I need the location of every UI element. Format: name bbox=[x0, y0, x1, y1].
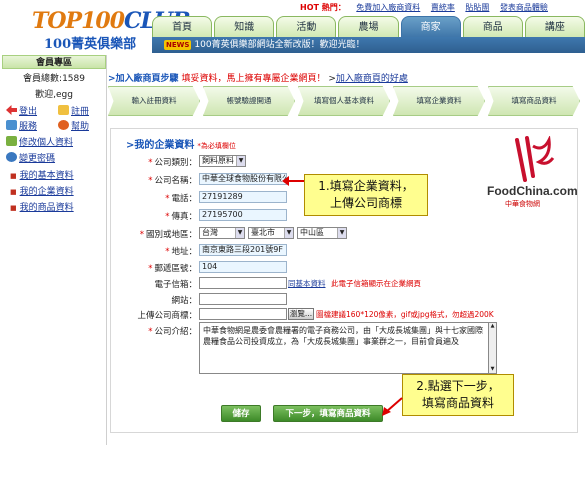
chopsticks-logo-icon bbox=[515, 134, 555, 182]
tab-events[interactable]: 活動 bbox=[276, 16, 337, 38]
category-select[interactable]: 飼料原料 ▼ bbox=[199, 155, 246, 167]
bullet-icon: ■ bbox=[10, 172, 17, 180]
step-4: 填寫企業資料 bbox=[393, 86, 485, 116]
pencil-icon bbox=[58, 105, 69, 115]
service-link[interactable]: 服務 bbox=[6, 119, 37, 132]
intro-textarea[interactable]: 中華食物網是農委會農糧署的電子商務公司，由「大成長城集團」與十七家國際農糧食品公… bbox=[199, 322, 489, 374]
news-text[interactable]: 100菁英俱樂部網站全新改版！歡迎光臨！ bbox=[194, 40, 364, 50]
hot-label: HOT 熱門： bbox=[300, 3, 346, 12]
zip-input[interactable]: 104 bbox=[199, 261, 287, 273]
website-input[interactable] bbox=[199, 293, 287, 305]
sidebar-title: 會員專區 bbox=[2, 55, 106, 69]
fax-input[interactable]: 27195700 bbox=[199, 209, 287, 221]
address-input[interactable]: 南京東路三段201號9F bbox=[199, 244, 287, 256]
hot-link-4[interactable]: 發表商品體驗 bbox=[500, 3, 548, 12]
company-name-label: * 公司名稱： bbox=[148, 176, 197, 186]
logout-link[interactable]: 登出 bbox=[6, 104, 37, 117]
logo-note: 圖檔建議160*120像素，gif或jpg格式，勿超過200K bbox=[316, 310, 494, 319]
callout-1-arrow bbox=[282, 176, 304, 186]
signup-steps: 輸入註冊資料 帳號驗證開通 填寫個人基本資料 填寫企業資料 填寫商品資料 bbox=[108, 86, 580, 118]
callout-2-arrow bbox=[382, 397, 403, 416]
help-icon bbox=[58, 120, 69, 130]
district-select[interactable]: 中山區 ▼ bbox=[297, 227, 347, 239]
fax-label: * 傳真： bbox=[165, 212, 197, 222]
zip-label: * 郵遞區號： bbox=[148, 264, 197, 274]
chevron-down-icon: ▼ bbox=[236, 156, 245, 166]
logout-arrow-icon bbox=[6, 105, 17, 115]
edit-icon bbox=[6, 136, 17, 146]
scroll-up-icon[interactable]: ▲ bbox=[489, 323, 496, 330]
tab-lectures[interactable]: 講座 bbox=[524, 16, 585, 38]
logo-upload-label: 上傳公司商標： bbox=[137, 311, 197, 321]
step-2: 帳號驗證開通 bbox=[203, 86, 295, 116]
logo-file-input[interactable] bbox=[199, 308, 287, 320]
email-label: 電子信箱： bbox=[154, 280, 197, 290]
hot-link-2[interactable]: 賣統率 bbox=[431, 3, 455, 12]
tab-merchant[interactable]: 商家 bbox=[400, 16, 461, 38]
sidebar-item-basic-info[interactable]: ■ 我的基本資料 bbox=[10, 168, 74, 181]
category-label: * 公司類別： bbox=[148, 158, 197, 168]
chevron-down-icon: ▼ bbox=[235, 228, 244, 238]
company-logo-preview: FoodChina.com 中華食物網 bbox=[487, 134, 578, 212]
news-ticker: NEWS 100菁英俱樂部網站全新改版！歡迎光臨！ bbox=[152, 37, 585, 53]
country-select[interactable]: 台灣 ▼ bbox=[199, 227, 245, 239]
steps-heading: 加入廠商頁步驟 bbox=[115, 74, 179, 84]
tab-home[interactable]: 首頁 bbox=[152, 16, 213, 38]
hot-link-free-join[interactable]: 免費加入廠商資料 bbox=[356, 3, 420, 12]
address-label: * 地址： bbox=[165, 247, 197, 257]
sidebar-divider bbox=[106, 55, 107, 445]
website-label: 網站： bbox=[171, 296, 197, 306]
steps-note: 填妥資料，馬上擁有專屬企業網頁！ bbox=[181, 74, 326, 84]
email-note: 此電子信箱顯示在企業網頁 bbox=[331, 279, 421, 288]
company-name-input[interactable]: 中華全球食物股份有限公司 bbox=[199, 173, 287, 185]
chevron-down-icon: ▼ bbox=[337, 228, 346, 238]
sidebar-item-product-info[interactable]: ■ 我的商品資料 bbox=[10, 200, 74, 213]
site-logo[interactable]: TOP100CLUB 100菁英俱樂部 bbox=[10, 6, 191, 52]
people-icon bbox=[6, 120, 17, 130]
hot-link-3[interactable]: 貼貼團 bbox=[465, 3, 489, 12]
same-as-basic-link[interactable]: 同基本資料 bbox=[288, 278, 326, 289]
next-step-button[interactable]: 下一步，填寫商品資料 bbox=[273, 405, 383, 422]
change-password-link[interactable]: 變更密碼 bbox=[6, 151, 55, 164]
chevron-down-icon: ▼ bbox=[284, 228, 293, 238]
step-5: 填寫商品資料 bbox=[488, 86, 580, 116]
intro-label: * 公司介紹： bbox=[148, 327, 197, 337]
phone-input[interactable]: 27191289 bbox=[199, 191, 287, 203]
tab-products[interactable]: 商品 bbox=[462, 16, 523, 38]
benefits-link[interactable]: 加入廠商頁的好處 bbox=[336, 74, 408, 84]
bullet-icon: ■ bbox=[10, 204, 17, 212]
news-badge: NEWS bbox=[164, 40, 192, 50]
form-title: >我的企業資料 *為必填欄位 bbox=[126, 140, 236, 151]
sidebar-item-company-info[interactable]: ■ 我的企業資料 bbox=[10, 184, 74, 197]
email-input[interactable] bbox=[199, 277, 287, 289]
logo-subtitle: 100菁英俱樂部 bbox=[44, 37, 137, 52]
step-3: 填寫個人基本資料 bbox=[298, 86, 390, 116]
company-logo-sub: 中華食物網 bbox=[505, 200, 540, 208]
browse-button[interactable]: 瀏覽... bbox=[288, 308, 314, 320]
edit-profile-link[interactable]: 修改個人資料 bbox=[6, 135, 73, 148]
member-count: 會員總數:1589 bbox=[23, 74, 85, 84]
callout-fill-company: 1.填寫企業資料， 上傳公司商標 bbox=[304, 174, 428, 216]
tab-farm[interactable]: 農場 bbox=[338, 16, 399, 38]
register-link[interactable]: 註冊 bbox=[58, 104, 89, 117]
help-link[interactable]: 幫助 bbox=[58, 119, 89, 132]
textarea-scrollbar[interactable]: ▲ ▼ bbox=[489, 322, 497, 374]
scroll-down-icon[interactable]: ▼ bbox=[489, 366, 496, 373]
bullet-icon: ■ bbox=[10, 188, 17, 196]
key-icon bbox=[6, 152, 17, 162]
city-select[interactable]: 臺北市 ▼ bbox=[248, 227, 294, 239]
main-nav-tabs: 首頁 知識 活動 農場 商家 商品 講座 bbox=[152, 16, 585, 38]
hot-links-bar: HOT 熱門： 免費加入廠商資料 賣統率 貼貼團 發表商品體驗 bbox=[300, 2, 585, 14]
steps-title: >加入廠商頁步驟 填妥資料，馬上擁有專屬企業網頁！ >加入廠商頁的好處 bbox=[108, 74, 408, 84]
region-label: * 國別或地區： bbox=[139, 230, 197, 240]
greeting: 歡迎,egg bbox=[35, 90, 73, 100]
required-note: *為必填欄位 bbox=[197, 142, 236, 150]
save-button[interactable]: 儲存 bbox=[221, 405, 261, 422]
phone-label: * 電話： bbox=[165, 194, 197, 204]
callout-next-step: 2.點選下一步， 填寫商品資料 bbox=[402, 374, 514, 416]
step-1: 輸入註冊資料 bbox=[108, 86, 200, 116]
tab-knowledge[interactable]: 知識 bbox=[214, 16, 275, 38]
company-logo-text: FoodChina.com bbox=[487, 184, 578, 198]
